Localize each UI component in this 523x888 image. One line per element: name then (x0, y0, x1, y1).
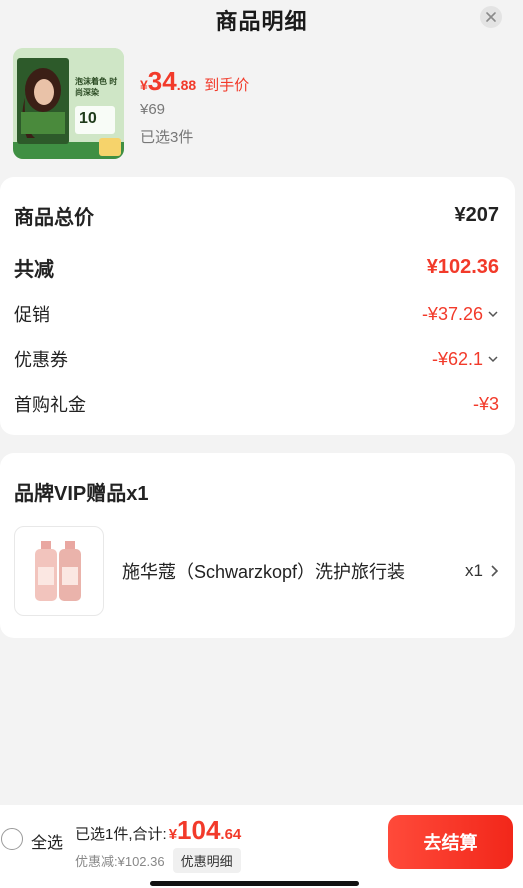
chevron-right-icon (491, 565, 499, 577)
checkout-button[interactable]: 去结算 (388, 815, 513, 869)
promo-row[interactable]: 促销 -¥37.26 (14, 301, 499, 327)
select-all-radio[interactable] (1, 828, 23, 850)
discount-detail-button[interactable]: 优惠明细 (172, 848, 241, 873)
sum-decimal: .64 (220, 826, 242, 843)
close-button[interactable] (480, 6, 502, 28)
reduce-row: 共减 ¥102.36 (14, 253, 499, 282)
shampoo-bottles-icon (35, 541, 81, 601)
original-price: ¥69 (140, 101, 166, 118)
product-image[interactable]: 泡沫着色 时尚深染 10 (13, 48, 124, 159)
discount-line: 优惠减:¥102.36 优惠明细 (75, 848, 241, 873)
product-image-badge: 10 (79, 110, 97, 127)
promo-label: 促销 (14, 305, 50, 325)
sum-integer: 104 (177, 815, 221, 845)
sum-label: 已选1件,合计: (75, 826, 167, 843)
coupon-label: 优惠券 (14, 350, 68, 370)
coupon-row[interactable]: 优惠券 -¥62.1 (14, 346, 499, 372)
gift-title: 品牌VIP赠品x1 (14, 483, 149, 505)
selected-count: 已选3件 (140, 129, 194, 146)
page-title: 商品明细 (215, 9, 308, 34)
close-icon (486, 12, 496, 22)
promo-value-wrap: -¥37.26 (422, 304, 499, 325)
total-label: 商品总价 (14, 207, 94, 229)
vip-gift-card: 品牌VIP赠品x1 施华蔻（Schwarzkopf）洗护旅行装 x1 (0, 453, 515, 638)
product-summary: 泡沫着色 时尚深染 10 ¥ 34 .88 到手价 ¥69 已选3件 (13, 48, 510, 160)
select-all-label[interactable]: 全选 (31, 829, 63, 853)
product-image-headline: 泡沫着色 时尚深染 (75, 77, 118, 97)
gift-name: 施华蔻（Schwarzkopf）洗护旅行装 (122, 562, 406, 582)
hair-dye-package-icon (13, 48, 124, 159)
final-price: ¥ 34 .88 到手价 (140, 66, 250, 96)
total-row: 商品总价 ¥207 (14, 201, 499, 230)
home-indicator (150, 881, 359, 886)
discount-text: 优惠减:¥102.36 (75, 854, 165, 869)
header: 商品明细 (0, 0, 523, 40)
gift-qty-wrap: x1 (465, 561, 499, 581)
promo-value: -¥37.26 (421, 303, 483, 324)
sum-line: 已选1件,合计: ¥ 104 .64 (75, 815, 242, 845)
gift-qty: x1 (465, 561, 483, 580)
gift-item[interactable]: 施华蔻（Schwarzkopf）洗护旅行装 x1 (14, 526, 499, 616)
product-info: ¥ 34 .88 到手价 ¥69 已选3件 (140, 48, 249, 147)
coupon-value: -¥62.1 (431, 348, 483, 369)
chevron-down-icon (488, 311, 498, 318)
coupon-value-wrap: -¥62.1 (432, 349, 499, 370)
gift-image (14, 526, 104, 616)
checkout-bar: 全选 已选1件,合计: ¥ 104 .64 优惠减:¥102.36 优惠明细 去… (0, 805, 523, 888)
reduce-value: ¥102.36 (426, 256, 499, 278)
gift-money-label: 首购礼金 (14, 395, 86, 415)
total-value: ¥207 (454, 204, 500, 226)
chevron-down-icon (488, 356, 498, 363)
price-summary-card: 商品总价 ¥207 共减 ¥102.36 促销 -¥37.26 优惠券 -¥62… (0, 177, 515, 435)
final-price-label: 到手价 (204, 77, 250, 94)
gift-money-value: -¥3 (472, 393, 499, 414)
reduce-label: 共减 (14, 259, 54, 281)
gift-money-row: 首购礼金 -¥3 (14, 391, 499, 417)
